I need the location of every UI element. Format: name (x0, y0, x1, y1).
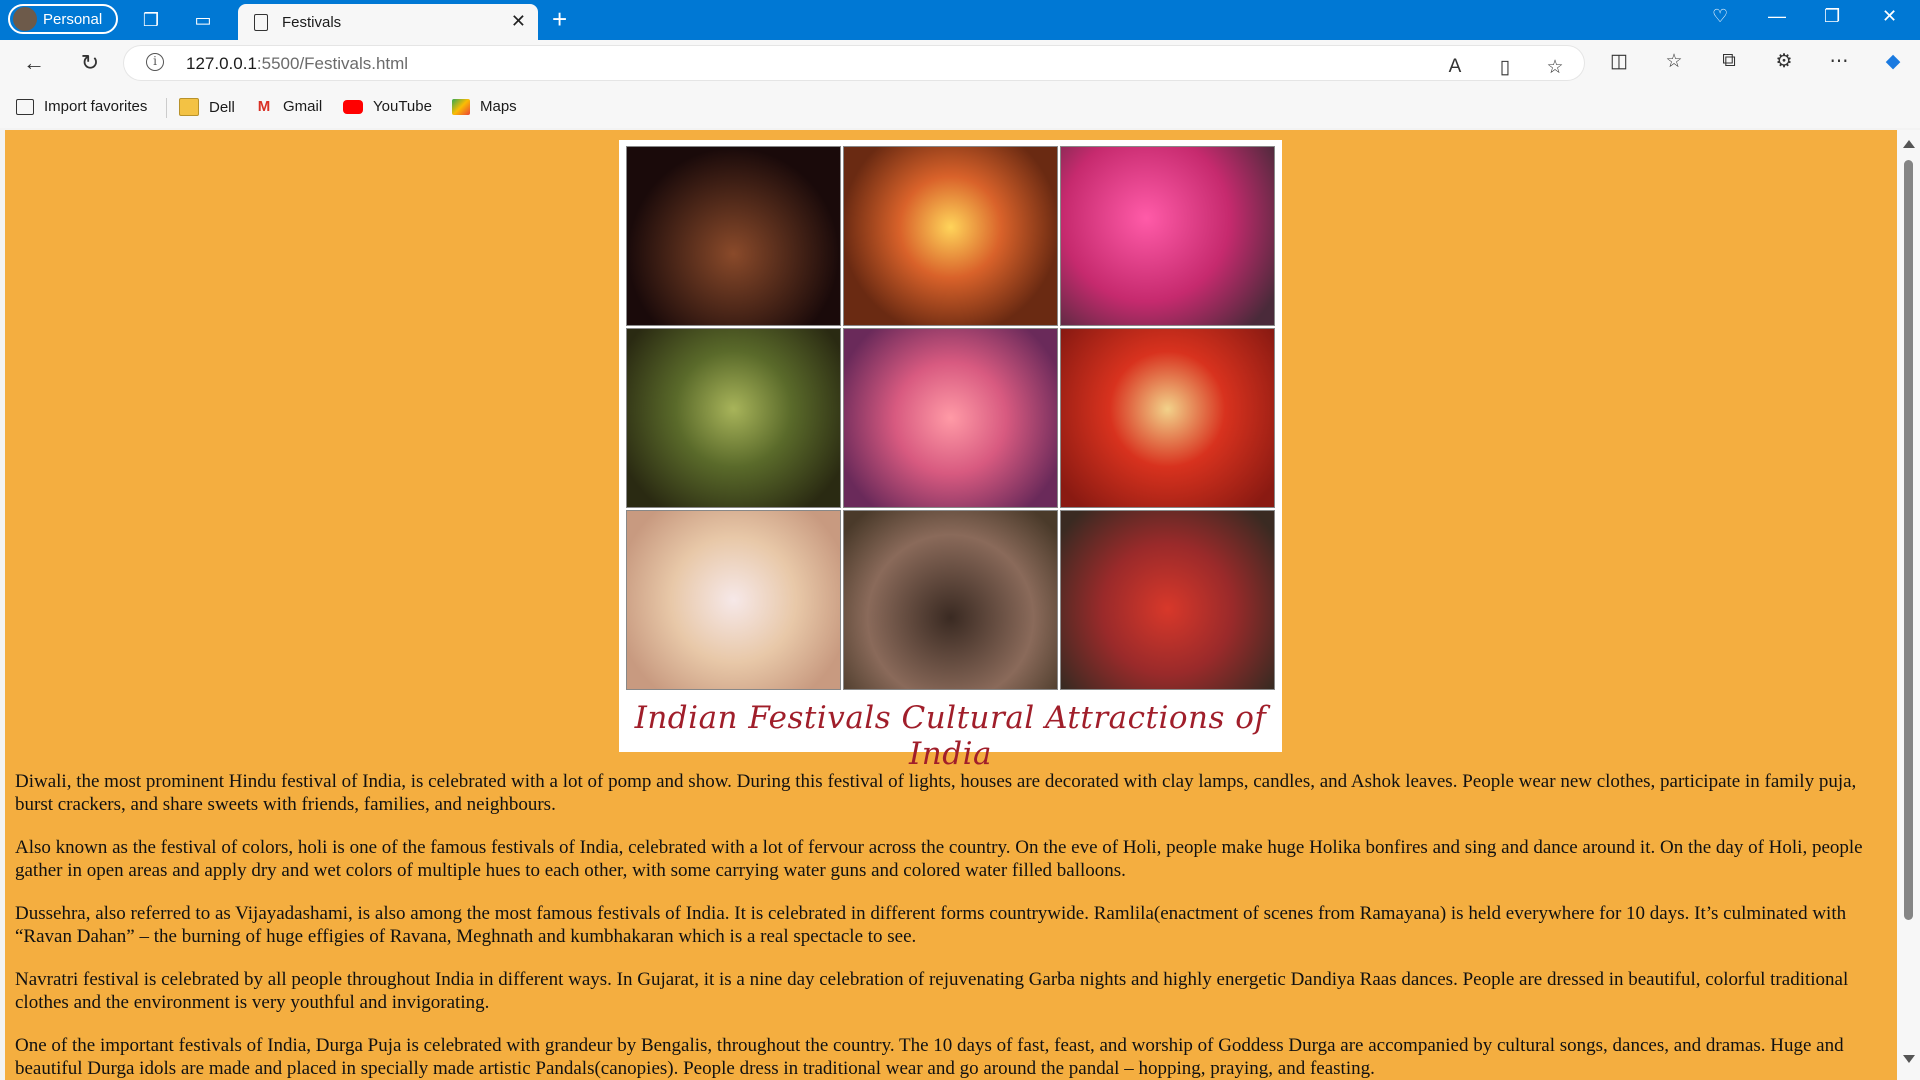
ganesha-idol-photo (843, 328, 1058, 508)
festival-collage-image: Indian Festivals Cultural Attractions of… (619, 140, 1282, 772)
close-tab-icon[interactable]: ✕ (511, 11, 526, 32)
import-icon (16, 98, 34, 115)
diya-lamps-photo (843, 146, 1058, 326)
bookmark-separator (166, 98, 167, 118)
youtube-icon (343, 99, 363, 114)
health-icon[interactable]: ♡ (1712, 6, 1728, 27)
festival-paragraphs: Diwali, the most prominent Hindu festiva… (15, 770, 1870, 1080)
holi-colors-photo (1060, 146, 1275, 326)
new-tab-button[interactable]: + (552, 6, 567, 32)
bookmark-label: YouTube (373, 98, 432, 115)
bookmark-label: Import favorites (44, 98, 148, 115)
profile-button[interactable]: Personal (8, 4, 118, 34)
bookmark-youtube[interactable]: YouTube (343, 98, 432, 115)
bookmark-gmail[interactable]: M Gmail (255, 98, 322, 115)
bookmark-label: Dell (209, 98, 235, 116)
paragraph-dussehra: Dussehra, also referred to as Vijayadash… (15, 903, 1847, 947)
krishna-idol-photo (843, 510, 1058, 690)
rakhi-photo (626, 510, 841, 690)
bookmark-label: Gmail (283, 98, 323, 115)
scroll-thumb[interactable] (1904, 160, 1913, 920)
page-content: Indian Festivals Cultural Attractions of… (5, 130, 1897, 1080)
page-icon (254, 13, 268, 31)
workspaces-icon[interactable]: ❒ (139, 8, 163, 32)
immersive-reader-icon[interactable]: ▯ (1492, 56, 1518, 79)
paragraph-durga-puja: One of the important festivals of India,… (15, 1035, 1844, 1079)
paragraph-navratri: Navratri festival is celebrated by all p… (15, 969, 1849, 1013)
scroll-up-arrow[interactable] (1903, 140, 1915, 148)
read-aloud-icon[interactable]: A (1442, 56, 1468, 78)
bookmark-maps[interactable]: Maps (452, 98, 517, 115)
women-celebration-photo (1060, 510, 1275, 690)
image-caption: Indian Festivals Cultural Attractions of… (634, 700, 1267, 772)
back-button[interactable]: ← (20, 50, 48, 76)
minimize-button[interactable]: — (1768, 6, 1786, 27)
profile-label: Personal (43, 10, 103, 28)
url-path: :5500/Festivals.html (256, 54, 409, 73)
refresh-button[interactable]: ↻ (76, 50, 104, 76)
tab-actions-icon[interactable]: ▭ (191, 8, 215, 32)
extensions-icon[interactable]: ⚙ (1771, 50, 1797, 73)
avatar (13, 7, 37, 31)
dance-photo (626, 146, 841, 326)
url-text[interactable]: 127.0.0.1:5500/Festivals.html (186, 54, 408, 74)
title-bar: Personal ❒ ▭ Festivals ✕ + ♡ — ❐ ✕ (0, 0, 1920, 40)
more-options-icon[interactable]: ⋯ (1826, 50, 1852, 73)
collage-grid (626, 146, 1275, 692)
scroll-down-arrow[interactable] (1903, 1055, 1915, 1063)
folder-icon (179, 98, 199, 116)
maps-icon (452, 98, 470, 115)
tab-title: Festivals (282, 13, 342, 31)
gmail-icon: M (257, 97, 271, 115)
vertical-scrollbar[interactable] (1897, 130, 1920, 1080)
site-info-icon[interactable]: i (146, 53, 164, 71)
paragraph-diwali: Diwali, the most prominent Hindu festiva… (15, 771, 1857, 815)
favorites-icon[interactable]: ☆ (1661, 50, 1687, 73)
copilot-icon[interactable]: ◆ (1880, 50, 1906, 73)
bookmark-dell[interactable]: Dell (179, 98, 235, 116)
bangles-photo (1060, 328, 1275, 508)
favorite-star-icon[interactable]: ☆ (1542, 56, 1568, 79)
url-host: 127.0.0.1 (186, 54, 257, 73)
durga-idol-photo (626, 328, 841, 508)
paragraph-holi: Also known as the festival of colors, ho… (15, 837, 1863, 881)
close-window-button[interactable]: ✕ (1882, 6, 1897, 27)
bookmarks-bar: Import favorites Dell M Gmail YouTube Ma… (0, 86, 1920, 128)
navigation-bar: ← ↻ i 127.0.0.1:5500/Festivals.html A ▯ … (0, 40, 1920, 86)
bookmark-import-favorites[interactable]: Import favorites (16, 98, 147, 115)
restore-button[interactable]: ❐ (1824, 6, 1840, 27)
split-screen-icon[interactable]: ◫ (1606, 50, 1632, 73)
tab-festivals[interactable]: Festivals ✕ (238, 4, 538, 40)
bookmark-label: Maps (480, 98, 517, 115)
address-bar[interactable]: i 127.0.0.1:5500/Festivals.html A ▯ ☆ (124, 46, 1584, 80)
collections-icon[interactable]: ⧉ (1716, 50, 1742, 72)
